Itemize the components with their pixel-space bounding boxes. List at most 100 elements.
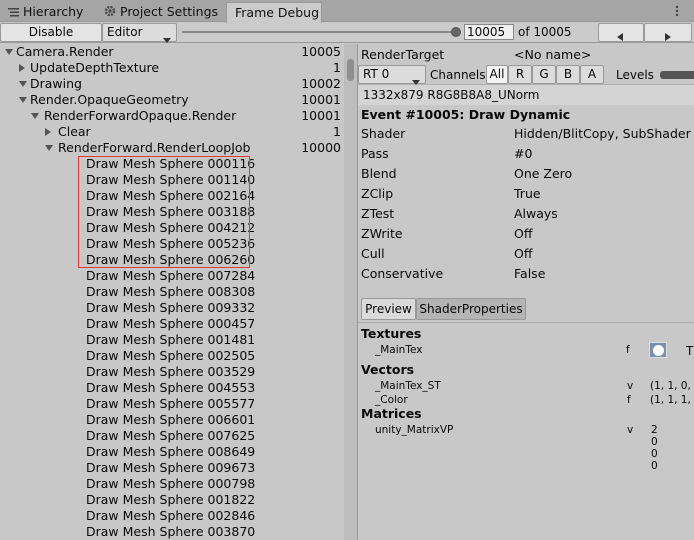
expanded-arrow-icon[interactable] xyxy=(5,49,13,55)
draw-call-item[interactable]: Draw Mesh Sphere 009332 xyxy=(0,300,344,316)
tree-node-label: Drawing xyxy=(30,76,82,91)
render-target-row: RenderTarget xyxy=(361,47,445,62)
tree-node-label: Draw Mesh Sphere 008649 xyxy=(86,444,256,459)
tree-node[interactable]: RenderForward.RenderLoopJob 10000 xyxy=(0,140,344,156)
tab-project-settings[interactable]: Project Settings xyxy=(104,2,218,22)
channel-all-button[interactable]: All xyxy=(486,65,508,84)
hierarchy-icon xyxy=(8,3,19,23)
expanded-arrow-icon[interactable] xyxy=(31,113,39,119)
tree-node-label: Camera.Render xyxy=(16,44,114,59)
draw-call-item[interactable]: Draw Mesh Sphere 008649 xyxy=(0,444,344,460)
draw-call-item[interactable]: Draw Mesh Sphere 000798 xyxy=(0,476,344,492)
draw-call-item[interactable]: Draw Mesh Sphere 002846 xyxy=(0,508,344,524)
matrix-value: 0 xyxy=(651,436,658,448)
draw-call-item[interactable]: Draw Mesh Sphere 003870 xyxy=(0,524,344,540)
tree-node[interactable]: Render.OpaqueGeometry 10001 xyxy=(0,92,344,108)
levels-slider[interactable] xyxy=(660,71,694,79)
event-slider-thumb[interactable] xyxy=(451,27,461,37)
property-value: Hidden/BlitCopy, SubShader #0 xyxy=(514,126,694,141)
tree-node-label: Draw Mesh Sphere 007284 xyxy=(86,268,256,283)
collapsed-arrow-icon[interactable] xyxy=(19,64,25,72)
highlighted-draw-calls-box xyxy=(78,156,250,268)
tree-node-label: UpdateDepthTexture xyxy=(30,60,160,75)
collapsed-arrow-icon[interactable] xyxy=(45,128,51,136)
draw-call-item[interactable]: Draw Mesh Sphere 009673 xyxy=(0,460,344,476)
property-key: ZTest xyxy=(361,206,395,221)
tab-frame-debug[interactable]: Frame Debug xyxy=(226,2,322,23)
tree-node[interactable]: RenderForwardOpaque.Render 10001 xyxy=(0,108,344,124)
draw-call-item[interactable]: Draw Mesh Sphere 005577 xyxy=(0,396,344,412)
property-key: Pass xyxy=(361,146,389,161)
vector-type: v xyxy=(627,380,634,392)
more-options-icon[interactable] xyxy=(674,4,680,18)
details-tab-strip: Preview ShaderProperties xyxy=(358,298,694,320)
tree-node-count: 10002 xyxy=(301,76,341,91)
draw-call-item[interactable]: Draw Mesh Sphere 004553 xyxy=(0,380,344,396)
frame-debug-toolbar: Disable Editor 10005 of 10005 xyxy=(0,23,694,43)
render-target-toolbar: RT 0 Channels All R G B A Levels xyxy=(358,65,694,85)
event-hierarchy-tree[interactable]: Camera.Render 10005 UpdateDepthTexture 1 Dra… xyxy=(0,44,344,540)
draw-call-item[interactable]: Draw Mesh Sphere 002505 xyxy=(0,348,344,364)
draw-call-item[interactable]: Draw Mesh Sphere 001822 xyxy=(0,492,344,508)
tab-divider xyxy=(358,322,694,323)
vector-value: (1, 1, 1, 1) xyxy=(650,394,694,406)
maintex-name: _MainTex xyxy=(375,344,423,356)
tree-scrollbar[interactable] xyxy=(344,44,358,540)
event-slider-track[interactable] xyxy=(182,31,458,33)
target-dropdown-label: Editor xyxy=(107,25,143,39)
event-details-panel: RenderTarget <No name> RT 0 Channels All… xyxy=(358,44,694,540)
tab-preview[interactable]: Preview xyxy=(361,298,416,320)
tree-node-label: Draw Mesh Sphere 000798 xyxy=(86,476,256,491)
matrix-value: 0 xyxy=(651,460,658,472)
tree-node[interactable]: Drawing 10002 xyxy=(0,76,344,92)
channel-g-button[interactable]: G xyxy=(532,65,556,84)
tree-node-label: Draw Mesh Sphere 003870 xyxy=(86,524,256,539)
draw-call-item[interactable]: Draw Mesh Sphere 008308 xyxy=(0,284,344,300)
window-tab-bar: Hierarchy Project Settings Frame Debug xyxy=(0,0,694,23)
tree-node-label: Draw Mesh Sphere 007625 xyxy=(86,428,256,443)
channel-b-button[interactable]: B xyxy=(556,65,580,84)
draw-call-item[interactable]: Draw Mesh Sphere 007625 xyxy=(0,428,344,444)
property-value: #0 xyxy=(514,146,533,161)
tree-node[interactable]: UpdateDepthTexture 1 xyxy=(0,60,344,76)
property-key: Blend xyxy=(361,166,397,181)
format-bar: 1332x879 R8G8B8A8_UNorm xyxy=(358,85,694,105)
event-total-label: of 10005 xyxy=(518,25,572,39)
tree-scrollbar-thumb[interactable] xyxy=(347,59,354,81)
textures-header: Textures xyxy=(361,326,422,341)
tree-node-count: 1 xyxy=(333,60,341,75)
property-value: One Zero xyxy=(514,166,573,181)
draw-call-item[interactable]: Draw Mesh Sphere 000457 xyxy=(0,316,344,332)
maintex-thumbnail[interactable] xyxy=(649,342,667,358)
draw-call-item[interactable]: Draw Mesh Sphere 003529 xyxy=(0,364,344,380)
next-event-button[interactable] xyxy=(644,23,692,42)
draw-call-item[interactable]: Draw Mesh Sphere 006601 xyxy=(0,412,344,428)
tree-node-label: Draw Mesh Sphere 008308 xyxy=(86,284,256,299)
tree-node[interactable]: Clear 1 xyxy=(0,124,344,140)
channel-a-button[interactable]: A xyxy=(580,65,604,84)
maintex-extra: T xyxy=(686,344,694,358)
expanded-arrow-icon[interactable] xyxy=(19,81,27,87)
expanded-arrow-icon[interactable] xyxy=(45,145,53,151)
vector-name: _Color xyxy=(375,394,408,406)
rt-dropdown[interactable]: RT 0 xyxy=(358,65,426,85)
tab-hierarchy[interactable]: Hierarchy xyxy=(8,2,83,22)
property-value: Off xyxy=(514,246,533,261)
tree-node-label: Draw Mesh Sphere 002846 xyxy=(86,508,256,523)
vector-value: (1, 1, 0, 0) xyxy=(650,380,694,392)
draw-call-item[interactable]: Draw Mesh Sphere 007284 xyxy=(0,268,344,284)
matrix-value: 2 xyxy=(651,424,658,436)
draw-call-item[interactable]: Draw Mesh Sphere 001481 xyxy=(0,332,344,348)
maintex-type: f xyxy=(626,344,630,356)
property-value: False xyxy=(514,266,546,281)
property-value: True xyxy=(514,186,541,201)
event-number-field[interactable]: 10005 xyxy=(464,24,514,40)
previous-event-button[interactable] xyxy=(598,23,644,42)
tab-shader-properties[interactable]: ShaderProperties xyxy=(416,298,526,320)
channel-r-button[interactable]: R xyxy=(508,65,532,84)
tree-node[interactable]: Camera.Render 10005 xyxy=(0,44,344,60)
expanded-arrow-icon[interactable] xyxy=(19,97,27,103)
property-key: Cull xyxy=(361,246,385,261)
disable-button[interactable]: Disable xyxy=(0,23,102,42)
target-dropdown[interactable]: Editor xyxy=(102,23,177,43)
